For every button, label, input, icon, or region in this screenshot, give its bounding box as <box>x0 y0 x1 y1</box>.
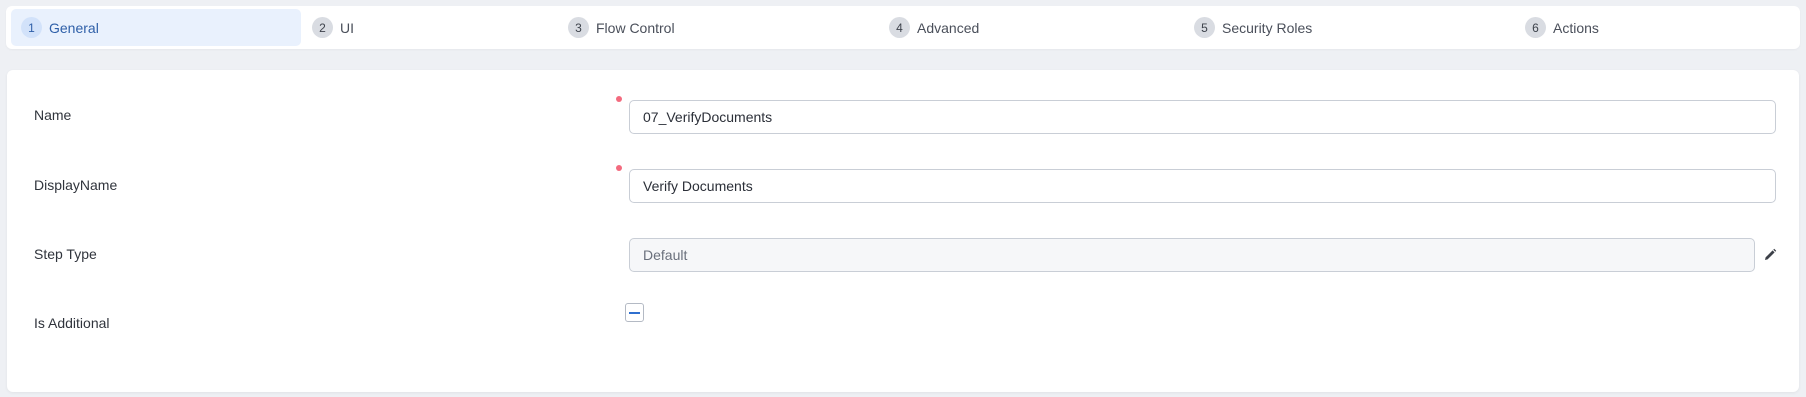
pencil-icon[interactable] <box>1762 247 1778 263</box>
tab-label: General <box>49 19 99 36</box>
tab-label: Flow Control <box>596 19 675 36</box>
required-indicator <box>616 165 622 171</box>
step-type-field[interactable] <box>629 238 1755 272</box>
tab-ui[interactable]: 2 UI <box>302 9 542 46</box>
tab-number: 3 <box>568 17 589 38</box>
step-type-label: Step Type <box>34 246 97 262</box>
name-input[interactable] <box>629 100 1776 134</box>
tab-number: 5 <box>1194 17 1215 38</box>
wizard-tabs: 1 General 2 UI 3 Flow Control 4 Advanced… <box>6 6 1800 49</box>
tab-general[interactable]: 1 General <box>11 9 301 46</box>
indeterminate-mark <box>629 311 640 314</box>
tab-label: Actions <box>1553 19 1599 36</box>
is-additional-label: Is Additional <box>34 315 110 331</box>
tab-security-roles[interactable]: 5 Security Roles <box>1184 9 1474 46</box>
tab-number: 1 <box>21 17 42 38</box>
tab-label: UI <box>340 19 354 36</box>
tab-actions[interactable]: 6 Actions <box>1515 9 1795 46</box>
tab-label: Advanced <box>917 19 980 36</box>
name-label: Name <box>34 107 72 123</box>
general-form-panel: Name DisplayName Step Type Is Additional <box>7 70 1799 392</box>
tab-label: Security Roles <box>1222 19 1313 36</box>
is-additional-checkbox[interactable] <box>625 303 644 322</box>
display-name-input[interactable] <box>629 169 1776 203</box>
tab-number: 2 <box>312 17 333 38</box>
tab-advanced[interactable]: 4 Advanced <box>879 9 1169 46</box>
required-indicator <box>616 96 622 102</box>
display-name-label: DisplayName <box>34 177 118 193</box>
tab-number: 4 <box>889 17 910 38</box>
tab-number: 6 <box>1525 17 1546 38</box>
tab-flow-control[interactable]: 3 Flow Control <box>558 9 848 46</box>
